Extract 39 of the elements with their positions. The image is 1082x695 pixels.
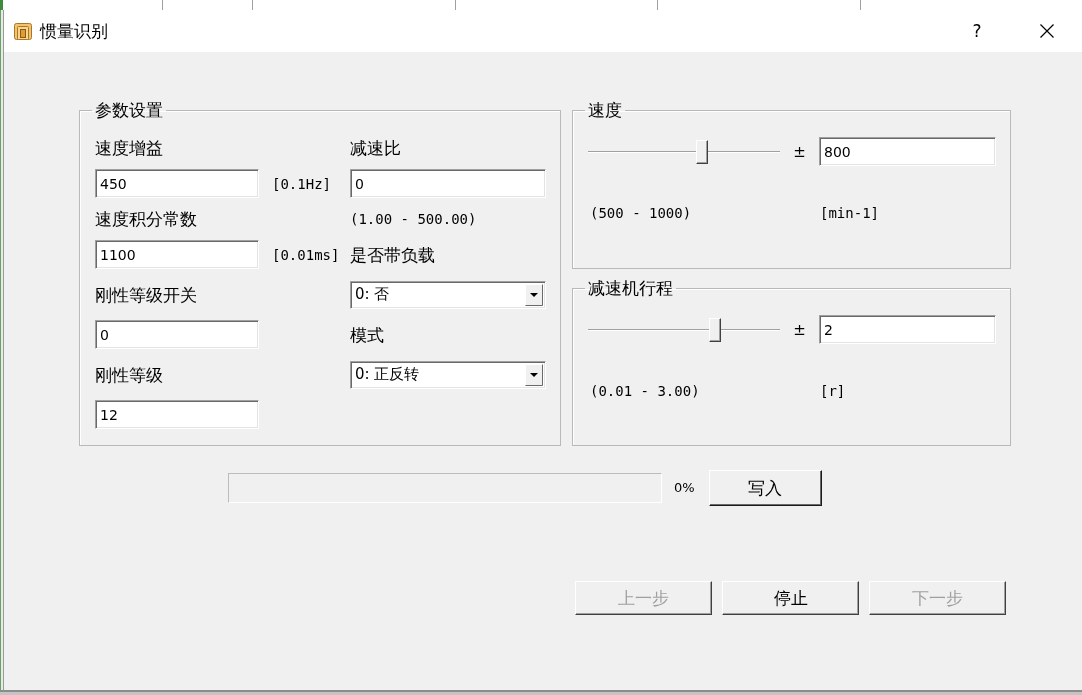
unit-label: [min-1] — [820, 204, 879, 222]
field-label: 速度增益 — [95, 138, 163, 158]
slider-thumb[interactable] — [708, 317, 721, 342]
field-label: 减速比 — [350, 138, 401, 158]
range-hint: (1.00 - 500.00) — [350, 210, 478, 228]
dropdown-arrow-icon[interactable] — [525, 283, 543, 306]
group-title: 参数设置 — [94, 100, 164, 120]
field-label: 速度积分常数 — [95, 209, 197, 229]
window-title: 惯量识别 — [40, 21, 108, 41]
range-label: (0.01 - 3.00) — [590, 382, 700, 400]
range-label: (500 - 1000) — [590, 204, 692, 222]
input-field[interactable]: 0 — [95, 320, 259, 349]
unit-label: [0.1Hz] — [272, 174, 331, 193]
write-button[interactable]: 写入 — [708, 470, 822, 506]
dropdown-field[interactable]: 0: 否 — [350, 280, 546, 309]
progress-percent: 0% — [674, 480, 695, 496]
folder-icon — [14, 22, 32, 40]
dropdown-field[interactable]: 0: 正反转 — [350, 360, 546, 389]
field-label: 模式 — [350, 324, 384, 345]
input-field[interactable]: 12 — [95, 400, 259, 429]
field-label: 刚性等级开关 — [95, 284, 197, 305]
group-title: 减速机行程 — [587, 278, 674, 298]
input-field[interactable]: 0 — [350, 169, 546, 198]
slider-thumb[interactable] — [696, 139, 708, 164]
close-icon — [1040, 24, 1054, 38]
dropdown-arrow-icon[interactable] — [525, 363, 543, 386]
plus-minus-sign: ± — [793, 142, 806, 161]
plus-minus-sign: ± — [793, 320, 806, 339]
field-label: 刚性等级 — [95, 364, 163, 385]
unit-label: [0.01ms] — [272, 245, 340, 264]
field-label: 是否带负载 — [350, 244, 435, 265]
input-field[interactable]: 1100 — [95, 240, 259, 269]
unit-label: [r] — [820, 382, 846, 400]
input-field[interactable]: 800 — [819, 137, 996, 166]
step-button[interactable]: 停止 — [722, 581, 859, 615]
help-button[interactable]: ? — [954, 15, 1000, 47]
input-field[interactable]: 2 — [819, 315, 996, 344]
group-title: 速度 — [587, 100, 623, 120]
input-field[interactable]: 450 — [95, 169, 259, 198]
